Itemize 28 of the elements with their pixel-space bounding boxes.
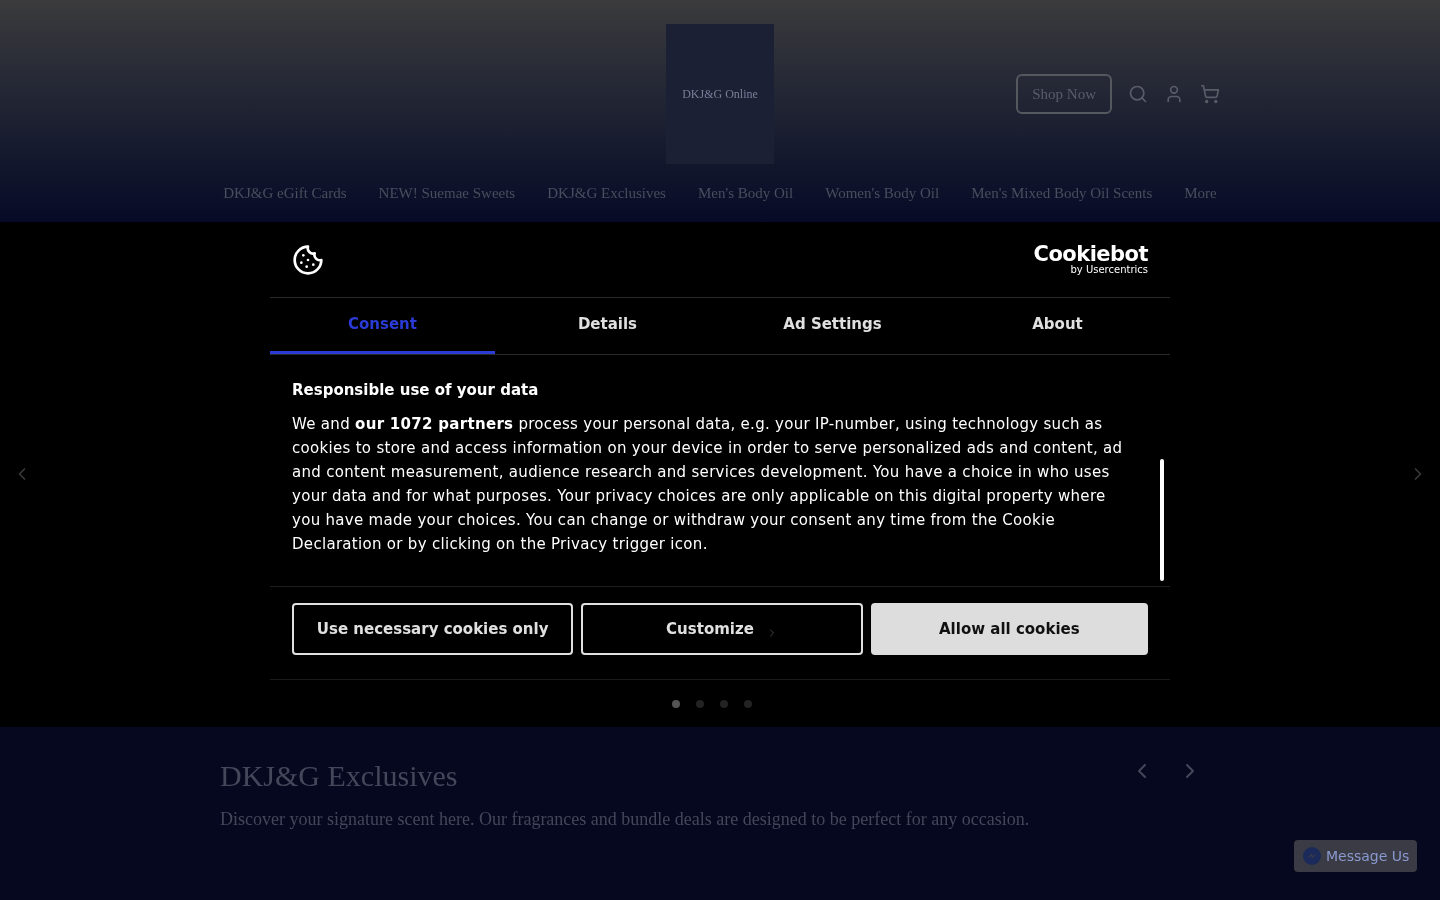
scrollbar[interactable] [1160,459,1164,581]
dialog-tab[interactable]: Consent [270,298,495,354]
message-us-button[interactable]: Message Us [1294,840,1418,872]
brand-subtitle: by Usercentrics [1070,265,1148,275]
dialog-tab[interactable]: Details [495,298,720,354]
necessary-cookies-button[interactable]: Use necessary cookies only [292,603,574,655]
cart-icon[interactable] [1200,84,1220,104]
logo[interactable]: DKJ&G Online [666,24,774,164]
nav-link[interactable]: DKJ&G eGift Cards [223,182,347,205]
consent-text: We and our 1072 partners process your personal data, e.g. your IP-number, using technology such as cookies to store and access information on your device in order to serve personalized ads and content, ad and content measurement, audience research and services development. You have a choice in who uses your data and for what purposes. Your privacy choices are only applicable on this digital property where you have made your choices. You can change or withdraw your consent any time from the Cookie Declaration or by clicking on the Privacy trigger icon. [292,413,1124,555]
dialog-tab[interactable]: Ad Settings [720,298,945,354]
messenger-icon [1302,846,1322,866]
cookie-icon [292,243,324,276]
allow-all-button[interactable]: Allow all cookies [870,603,1148,655]
nav-link[interactable]: NEW! Suemae Sweets [378,182,516,205]
nav-link[interactable]: Men's Body Oil [697,182,794,205]
nav-link[interactable]: Men's Mixed Body Oil Scents [971,182,1153,205]
dialog-tab[interactable]: About [945,298,1170,354]
section-title: DKJ&G Exclusives [220,758,459,794]
brand-logo[interactable]: Cookiebot [1033,244,1148,265]
nav-link[interactable]: Women's Body Oil [825,182,940,205]
nav-link[interactable]: DKJ&G Exclusives [547,182,666,205]
nav-link[interactable]: More [1184,182,1217,205]
account-icon[interactable] [1164,84,1184,104]
customize-button[interactable]: Customize [581,603,863,655]
search-icon[interactable] [1128,84,1148,104]
section-description: Discover your signature scent here. Our fragrances and bundle deals are designed to be perfect for any occasion. [220,807,1031,831]
dialog-heading: Responsible use of your data [292,380,540,401]
